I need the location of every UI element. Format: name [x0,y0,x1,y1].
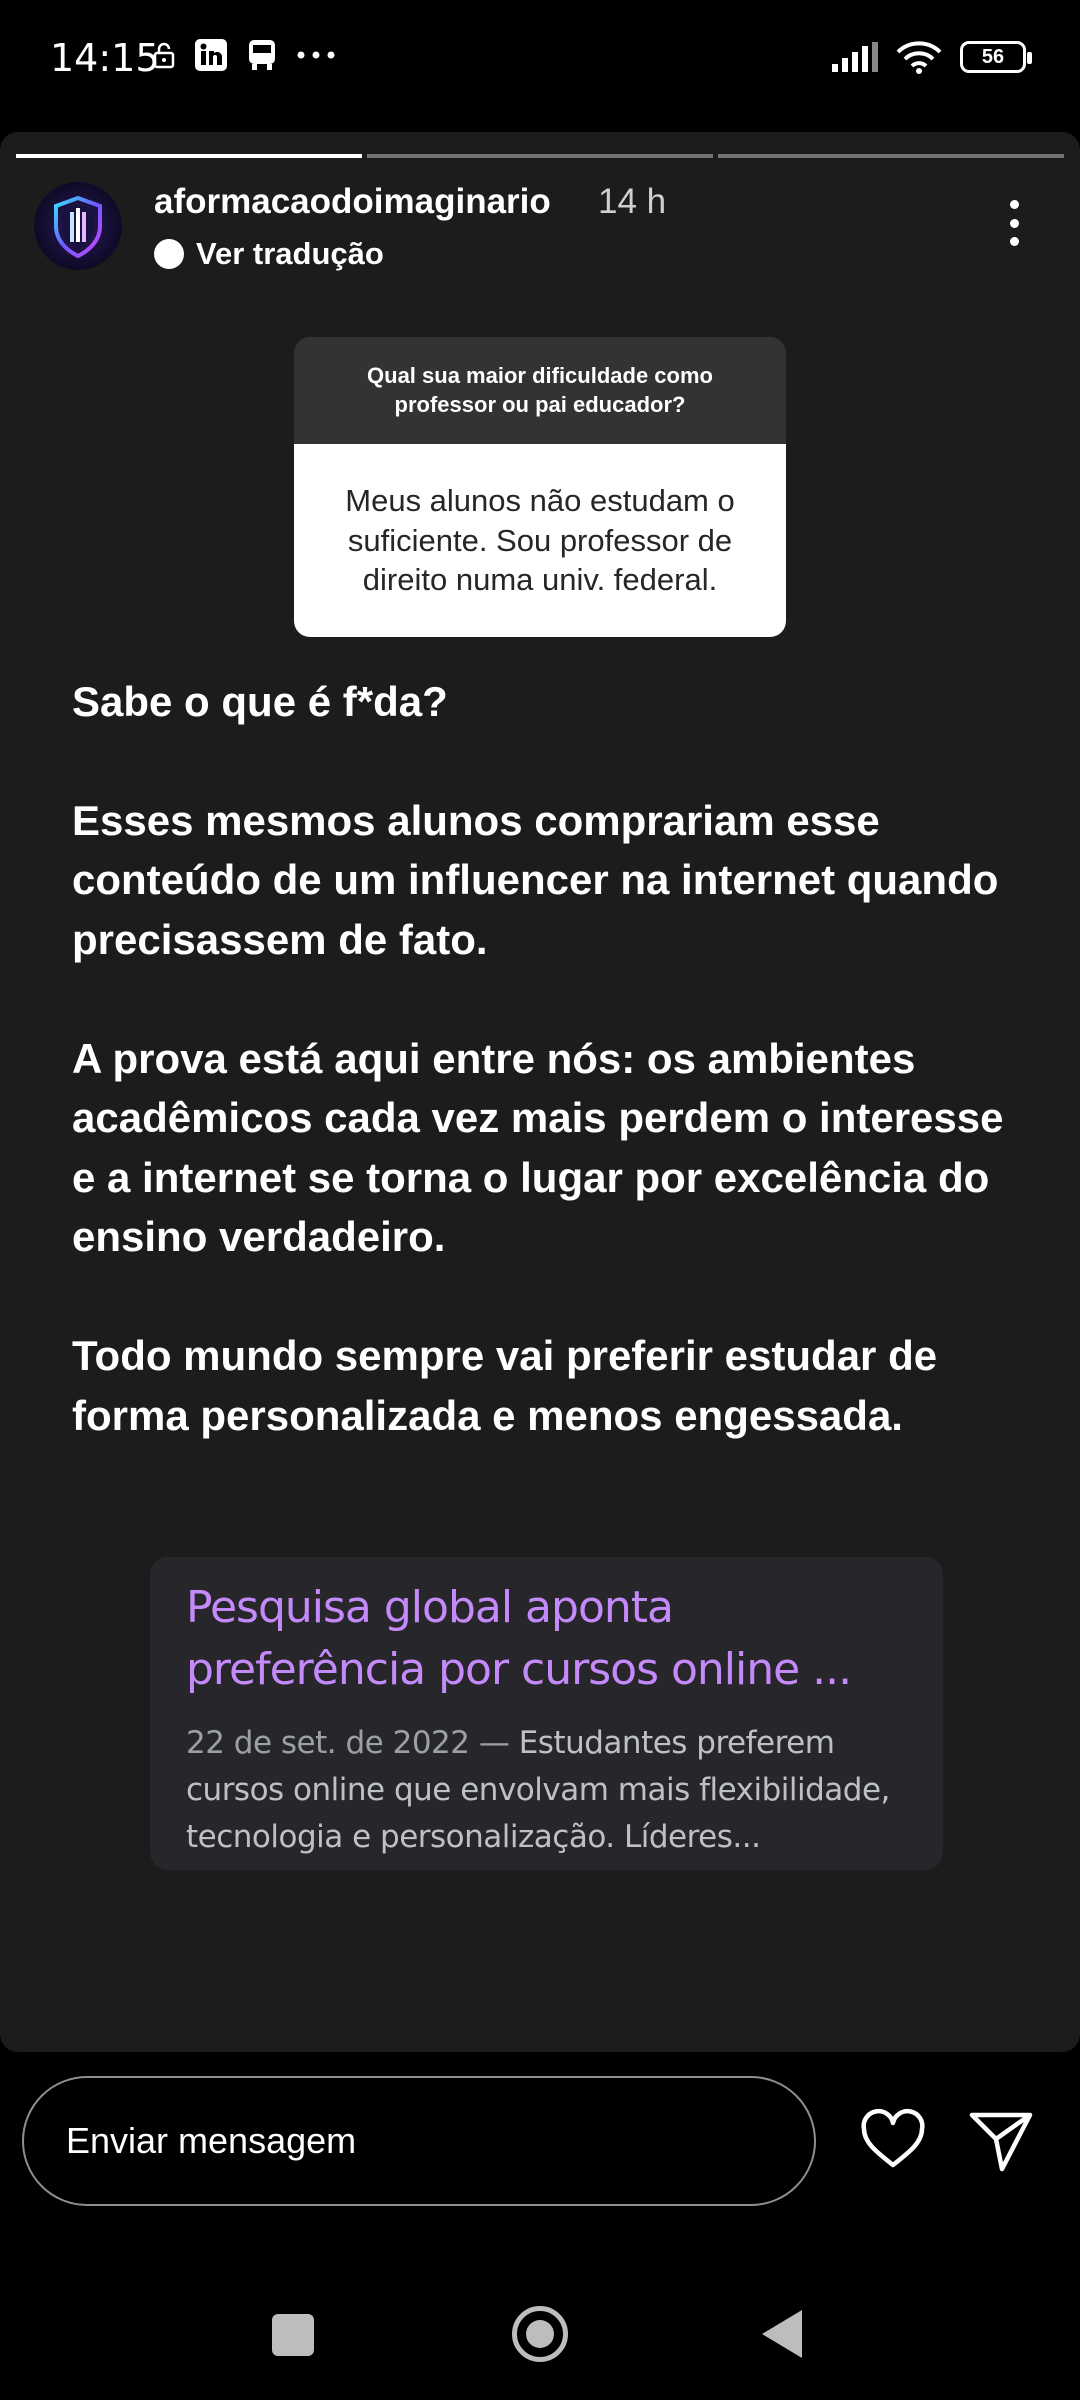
search-result-card[interactable]: Pesquisa global aponta preferência por c… [150,1557,943,1870]
status-icons-left [152,38,336,72]
question-sticker: Qual sua maior dificuldade como professo… [294,337,786,637]
recent-apps-icon[interactable] [272,2314,314,2356]
search-result-title[interactable]: Pesquisa global aponta preferência por c… [186,1577,907,1700]
translate-icon [154,239,184,269]
status-bar: 14:15 56 [0,0,1080,120]
story-paragraph: Esses mesmos alunos comprariam esse cont… [72,796,999,963]
question-answer: Meus alunos não estudam o suficiente. So… [294,444,786,637]
send-button[interactable] [966,2105,1036,2175]
bus-icon [246,38,278,72]
heart-icon [861,2109,925,2168]
story-paragraph: A prova está aqui entre nós: os ambiente… [72,1034,1004,1261]
home-icon[interactable] [512,2306,568,2362]
lock-icon [152,41,176,69]
system-nav-bar [0,2260,1080,2400]
search-result-snippet: 22 de set. de 2022 — Estudantes preferem… [186,1720,907,1861]
progress-segment [16,154,362,158]
story-paragraph: Sabe o que é f*da? [72,678,448,725]
username[interactable]: aformacaodoimaginario [154,182,551,222]
progress-segment [367,154,713,158]
progress-segment [718,154,1064,158]
message-input-placeholder: Enviar mensagem [66,2120,357,2161]
wifi-icon [896,40,942,74]
status-icons-right: 56 [832,40,1032,74]
avatar[interactable] [34,182,122,270]
post-time: 14 h [598,182,667,221]
translate-label: Ver tradução [196,236,384,271]
battery-icon: 56 [960,41,1032,73]
search-result-date: 22 de set. de 2022 — [186,1725,519,1762]
linkedin-icon [194,38,228,72]
status-time: 14:15 [50,36,160,80]
story-progress-bar [16,154,1064,159]
message-input[interactable]: Enviar mensagem [22,2076,816,2206]
translate-button[interactable]: Ver tradução [154,236,384,272]
signal-icon [832,42,878,72]
back-icon[interactable] [762,2310,802,2358]
question-prompt: Qual sua maior dificuldade como professo… [294,337,786,444]
story-text: Sabe o que é f*da? Esses mesmos alunos c… [72,672,1022,1504]
paper-plane-icon [969,2112,1033,2172]
more-options-icon[interactable] [1008,200,1020,246]
story-paragraph: Todo mundo sempre vai preferir estudar d… [72,1332,938,1439]
like-button[interactable] [858,2105,928,2175]
more-dots-icon [296,50,336,60]
story-card[interactable]: aformacaodoimaginario 14 h Ver tradução … [0,132,1080,2052]
shield-logo-icon [54,195,102,259]
